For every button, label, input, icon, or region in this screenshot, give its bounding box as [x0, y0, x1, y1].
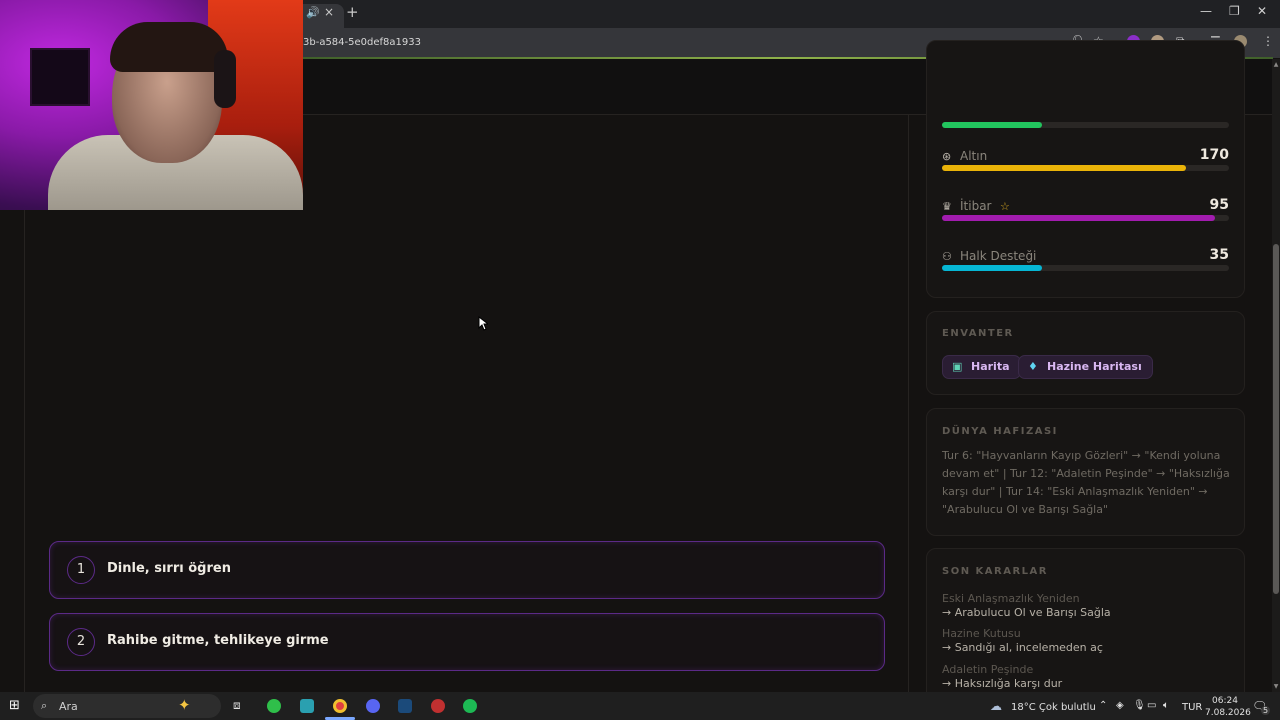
clock-time[interactable]: 06:24 [1212, 696, 1238, 706]
tray-app-icon[interactable]: ◈ [1116, 700, 1124, 711]
decision-event: Adaletin Peşinde [942, 663, 1034, 676]
stat-public-support: ⚇ Halk Desteği 35 [942, 247, 1229, 279]
windows-start-icon[interactable]: ⊞ [9, 698, 20, 713]
microphone-icon[interactable]: 🎙︎ [1133, 700, 1146, 711]
world-memory-text: Tur 6: "Hayvanların Kayıp Gözleri" → "Ke… [942, 449, 1230, 516]
mouse-cursor-icon [478, 316, 488, 331]
stat-top [942, 106, 1229, 136]
gem-icon: ♦ [1028, 360, 1038, 373]
stat-progress-track [942, 265, 1229, 271]
discord-icon[interactable] [366, 699, 380, 713]
star-icon: ☆ [1000, 200, 1010, 213]
stat-reputation: ♛ İtibar ☆ 95 [942, 197, 1229, 229]
choice-button[interactable]: 1 Dinle, sırrı öğren [49, 541, 885, 599]
stat-label: İtibar [960, 199, 992, 213]
people-icon: ⚇ [942, 250, 952, 263]
notification-count: 5 [1261, 706, 1271, 715]
decision-choice: → Sandığı al, incelemeden aç [942, 641, 1103, 654]
stat-value: 35 [1209, 247, 1229, 263]
url-text[interactable]: 3b-a584-5e0def8a1933 [303, 37, 421, 48]
tab-close-button[interactable]: × [324, 5, 334, 19]
speaker-icon[interactable]: 🔊 [306, 6, 320, 19]
stat-progress-fill [942, 265, 1043, 271]
taskbar-app-icon[interactable] [300, 699, 314, 713]
menu-kebab-icon[interactable]: ⋮ [1262, 34, 1274, 48]
inventory-item-label: Harita [971, 360, 1010, 373]
world-memory-title: DÜNYA HAFIZASI [942, 426, 1058, 437]
volume-icon[interactable]: 🔈︎ [1163, 700, 1169, 711]
scroll-up-icon[interactable]: ▲ [1272, 61, 1280, 68]
webcam-person-hair [110, 22, 228, 72]
decision-choice: → Haksızlığa karşı dur [942, 677, 1063, 690]
inventory-item-label: Hazine Haritası [1047, 360, 1142, 373]
choice-number: 2 [67, 628, 95, 656]
copilot-sparkle-icon[interactable]: ✦ [178, 696, 191, 714]
chrome-icon[interactable] [333, 699, 347, 713]
steam-icon[interactable] [398, 699, 412, 713]
minimize-icon[interactable]: — [1200, 4, 1212, 18]
decision-choice: → Arabulucu Ol ve Barışı Sağla [942, 606, 1111, 619]
stat-progress-track [942, 165, 1229, 171]
inventory-item[interactable]: ♦ Hazine Haritası [1018, 355, 1153, 379]
restore-icon[interactable]: ❐ [1229, 4, 1240, 18]
stat-label: Halk Desteği [960, 249, 1037, 263]
inventory-card [926, 311, 1245, 395]
taskbar-search-placeholder: Ara [59, 700, 78, 713]
decision-event: Hazine Kutusu [942, 627, 1021, 640]
headset-icon [214, 50, 236, 108]
scroll-down-icon[interactable]: ▼ [1272, 683, 1280, 690]
close-window-icon[interactable]: ✕ [1257, 4, 1267, 18]
choice-text: Rahibe gitme, tehlikeye girme [107, 633, 329, 648]
stat-progress-track [942, 122, 1229, 128]
stat-progress-track [942, 215, 1229, 221]
tray-chevron-icon[interactable]: ⌃ [1099, 700, 1107, 711]
webcam-overlay [0, 0, 303, 210]
clock-date[interactable]: 7.08.2026 [1205, 708, 1251, 718]
inventory-item[interactable]: ▣ Harita [942, 355, 1021, 379]
stat-value: 170 [1199, 147, 1229, 163]
stat-label: Altın [960, 149, 988, 163]
task-view-icon[interactable]: ⧈ [233, 698, 241, 713]
input-language[interactable]: TUR [1182, 702, 1202, 713]
taskbar-app-icon[interactable] [431, 699, 445, 713]
spotify-icon[interactable] [463, 699, 477, 713]
stat-gold: ⊛ Altın 170 [942, 147, 1229, 179]
new-tab-button[interactable]: + [346, 3, 359, 21]
decision-event: Eski Anlaşmazlık Yeniden [942, 592, 1080, 605]
stat-value: 95 [1209, 197, 1229, 213]
stat-progress-fill [942, 215, 1215, 221]
scrollbar-thumb[interactable] [1273, 244, 1279, 594]
stat-progress-fill [942, 122, 1043, 128]
choice-number: 1 [67, 556, 95, 584]
crown-icon: ♛ [942, 200, 952, 213]
webcam-monitor [30, 48, 90, 106]
choice-button[interactable]: 2 Rahibe gitme, tehlikeye girme [49, 613, 885, 671]
network-icon[interactable]: ▭ [1147, 700, 1156, 711]
map-icon: ▣ [952, 360, 963, 373]
weather-text[interactable]: 18°C Çok bulutlu [1011, 702, 1096, 713]
choice-text: Dinle, sırrı öğren [107, 561, 231, 576]
stat-progress-fill [942, 165, 1186, 171]
weather-cloud-icon[interactable]: ☁ [990, 699, 1002, 713]
coins-icon: ⊛ [942, 150, 952, 163]
recent-decisions-title: SON KARARLAR [942, 566, 1048, 577]
inventory-title: ENVANTER [942, 328, 1014, 339]
taskbar-app-icon[interactable] [267, 699, 281, 713]
search-icon: ⌕ [41, 699, 48, 712]
